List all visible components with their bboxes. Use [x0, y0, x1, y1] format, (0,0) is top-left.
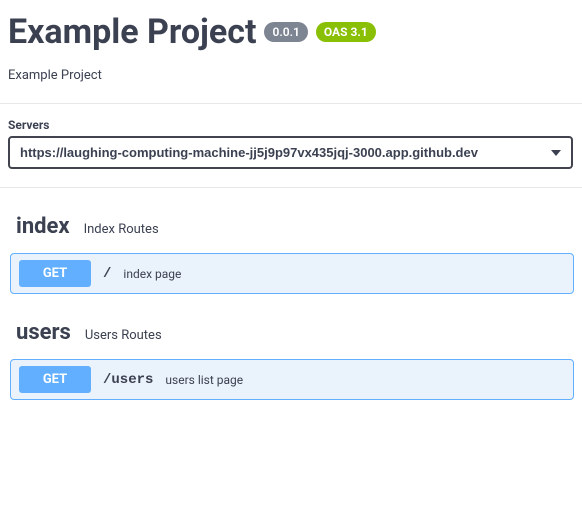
operation-summary: users list page: [165, 373, 243, 387]
server-select-wrap: https://laughing-computing-machine-jj5j9…: [8, 136, 573, 169]
servers-section: Servers https://laughing-computing-machi…: [0, 104, 582, 188]
operation-row[interactable]: GET / index page: [10, 253, 574, 294]
api-header: Example Project 0.0.1 OAS 3.1 Example Pr…: [0, 0, 582, 104]
title-row: Example Project 0.0.1 OAS 3.1: [8, 12, 574, 52]
operation-path: /: [103, 266, 111, 282]
api-title: Example Project: [8, 12, 256, 52]
servers-label: Servers: [8, 118, 574, 132]
operation-row[interactable]: GET /users users list page: [10, 359, 574, 400]
method-badge-get: GET: [19, 260, 91, 287]
api-description: Example Project: [8, 68, 574, 83]
operation-summary: index page: [123, 267, 181, 281]
tag-header[interactable]: index Index Routes: [16, 214, 574, 239]
tag-description: Users Routes: [85, 328, 162, 343]
version-badge: 0.0.1: [264, 22, 307, 42]
operation-path: /users: [103, 372, 153, 388]
tag-header[interactable]: users Users Routes: [16, 320, 574, 345]
oas-badge: OAS 3.1: [316, 22, 376, 42]
method-badge-get: GET: [19, 366, 91, 393]
tag-name: index: [16, 214, 70, 239]
tag-name: users: [16, 320, 71, 345]
server-select[interactable]: https://laughing-computing-machine-jj5j9…: [8, 136, 573, 169]
tag-description: Index Routes: [84, 222, 159, 237]
tag-section-index: index Index Routes GET / index page: [0, 188, 582, 294]
tag-section-users: users Users Routes GET /users users list…: [0, 294, 582, 400]
